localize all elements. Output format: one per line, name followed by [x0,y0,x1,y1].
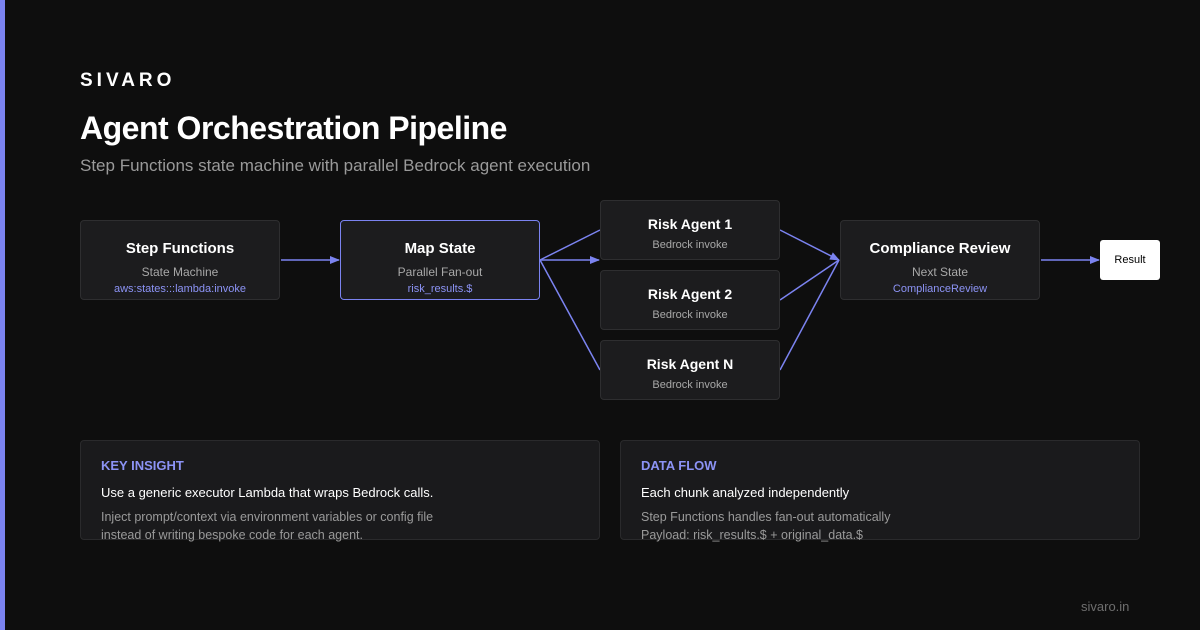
node-title: Map State [404,240,476,257]
card-secondary-line: instead of writing bespoke code for each… [101,528,363,542]
node-compliance-review: Compliance Review Next State ComplianceR… [840,220,1040,300]
node-result: Result [1100,240,1160,280]
node-title: Risk Agent N [646,356,734,372]
node-code: aws:states:::lambda:invoke [113,283,247,295]
node-step-functions: Step Functions State Machine aws:states:… [80,220,280,300]
node-title: Step Functions [125,240,235,257]
card-secondary-line: Step Functions handles fan-out automatic… [641,510,891,524]
node-subtitle: Bedrock invoke [652,239,728,251]
node-title: Compliance Review [869,240,1011,257]
arrow-map-to-agent-n [539,259,601,371]
card-primary-text: Use a generic executor Lambda that wraps… [101,485,434,500]
card-secondary-text: Step Functions handles fan-out automatic… [641,508,1119,544]
node-risk-agent-2: Risk Agent 2 Bedrock invoke [600,270,780,330]
node-title: Risk Agent 1 [647,216,733,232]
node-subtitle: State Machine [141,265,219,279]
key-insight-card: KEY INSIGHT Use a generic executor Lambd… [80,440,600,542]
node-subtitle: Bedrock invoke [652,379,728,391]
arrow-map-to-agent1 [539,229,601,261]
card-primary-text: Each chunk analyzed independently [641,485,850,500]
node-title: Risk Agent 2 [647,286,733,302]
arrow-agent2-to-compliance [779,259,840,301]
node-map-state: Map State Parallel Fan-out risk_results.… [340,220,540,300]
node-code: ComplianceReview [892,283,988,295]
node-risk-agent-1: Risk Agent 1 Bedrock invoke [600,200,780,260]
card-secondary-line: Payload: risk_results.$ + original_data.… [641,528,864,542]
node-subtitle: Next State [911,265,969,279]
node-risk-agent-n: Risk Agent N Bedrock invoke [600,340,780,400]
card-heading: KEY INSIGHT [101,458,184,473]
arrow-agent-n-to-compliance [779,259,840,371]
card-secondary-text: Inject prompt/context via environment va… [101,508,579,544]
data-flow-card: DATA FLOW Each chunk analyzed independen… [620,440,1140,542]
node-subtitle: Parallel Fan-out [397,265,483,279]
card-heading: DATA FLOW [641,458,717,473]
card-secondary-line: Inject prompt/context via environment va… [101,510,434,524]
node-subtitle: Bedrock invoke [652,309,728,321]
arrow-agent1-to-compliance [779,229,840,261]
footer-url: sivaro.in [1081,599,1130,614]
node-code: risk_results.$ [407,283,473,295]
